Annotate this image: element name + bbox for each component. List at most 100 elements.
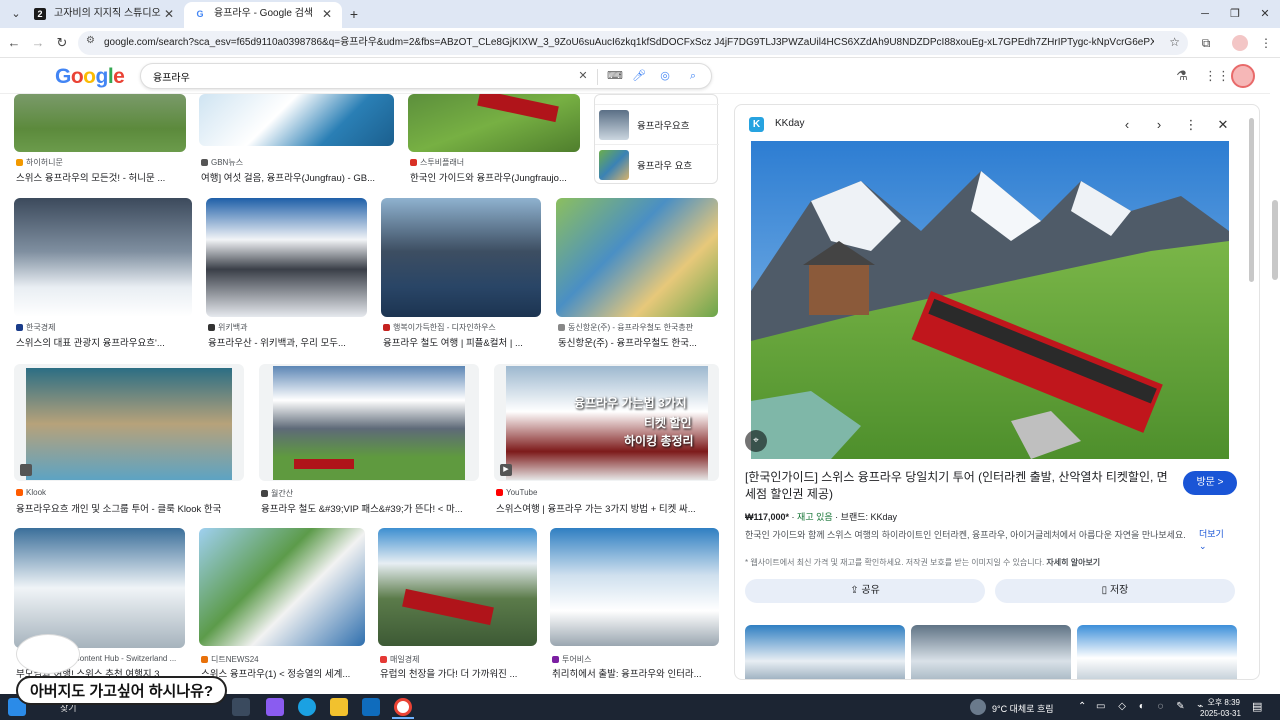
edge-icon[interactable] [298,698,316,716]
related-image-thumbnail[interactable] [1077,625,1237,679]
result-title[interactable]: 스위스의 대표 관광지 융프라우요흐'... [16,335,192,349]
related-image-thumbnail[interactable] [911,625,1071,679]
google-logo[interactable]: Google [55,65,125,89]
outlook-icon[interactable] [362,698,380,716]
panel-site-name[interactable]: KKday [775,118,804,129]
panel-scrollbar[interactable] [1249,118,1254,282]
result-thumbnail[interactable] [14,94,186,152]
result-thumbnail[interactable] [14,528,185,648]
notification-icon[interactable]: ▤ [1252,700,1262,713]
account-avatar[interactable] [1231,64,1255,88]
copilot-icon[interactable] [266,698,284,716]
result-thumbnail[interactable] [556,198,718,317]
new-tab-plus-icon[interactable]: + [344,4,364,24]
address-bar[interactable]: ⚙ google.com/search?sca_esv=f65d9110a039… [78,31,1188,55]
result-title[interactable]: 융프라우산 - 위키백과, 우리 모두... [208,335,368,349]
close-icon[interactable]: ✕ [322,2,332,26]
result-thumbnail[interactable] [408,94,580,152]
lens-search-icon[interactable]: ⌖ [745,430,767,452]
minimize-icon[interactable]: ─ [1190,2,1220,26]
result-thumbnail[interactable] [199,94,394,146]
reload-icon[interactable]: ↻ [52,33,72,53]
labs-flask-icon[interactable]: ⚗ [1173,67,1191,85]
google-header: Google ✕ ⌨ 🎤︎ ◎ ⌕ ⚗ ⋮⋮ [0,58,1270,94]
panel-description: 한국인 가이드와 함께 스위스 여행의 하이라이트인 인터라켄, 융프라우, 아… [745,530,1186,540]
result-thumbnail[interactable] [259,364,479,481]
window-close-icon[interactable]: ✕ [1250,2,1280,26]
result-source: 스투비플래너 [410,157,580,168]
thumbnail-text: 하이킹 총정리 [624,434,694,448]
tab-strip: ⌄ 2 고자비의 지지직 스튜디오 ✕ G 융프라우 - Google 검색 ✕… [0,0,1280,28]
result-title[interactable]: 한국인 가이드와 융프라우(Jungfraujo... [410,170,580,184]
result-title[interactable]: 동신항운(주) - 융프라우철도 한국... [558,335,718,349]
result-thumbnail[interactable] [199,528,365,646]
result-thumbnail[interactable] [550,528,719,646]
preview-image[interactable] [751,141,1229,459]
lens-camera-icon[interactable]: ◎ [657,68,673,84]
menu-kebab-icon[interactable]: ⋮ [1256,33,1276,53]
result-title[interactable]: 스위스여행 | 융프라우 가는 3가지 방법 + 티켓 싸... [496,501,716,515]
more-vert-icon[interactable]: ⋮ [1181,115,1201,135]
train-shape [402,588,494,626]
site-info-icon[interactable]: ⚙ [86,35,95,46]
image-preview-panel: K KKday ‹ › ⋮ ✕ ⌖ [한국인가이드] 스위스 융프라우 당일치기… [734,104,1260,680]
forward-arrow-icon[interactable]: → [28,33,48,53]
close-icon[interactable]: ✕ [164,2,174,26]
share-button[interactable]: ⇪ 공유 [745,579,985,603]
result-source: 한국경제 [16,322,194,333]
related-item[interactable]: 융프라우 요흐 [595,144,719,184]
save-button[interactable]: ▯ 저장 [995,579,1235,603]
tab-search-chevron-icon[interactable]: ⌄ [6,4,26,24]
more-label: 더보기 [1199,529,1224,539]
keyboard-icon[interactable]: ⌨ [607,68,623,84]
weather-text[interactable]: 9°C 대체로 흐림 [992,702,1054,715]
profile-avatar-icon[interactable] [1232,35,1248,51]
microphone-icon[interactable]: 🎤︎ [631,68,647,84]
related-image-thumbnail[interactable] [745,625,905,679]
tray-icons[interactable]: ▭ ◇ ◐ ◌ ✎ ⌁ [1096,701,1208,712]
result-thumbnail[interactable] [381,198,541,317]
learn-more-link[interactable]: 자세히 알아보기 [1046,558,1100,567]
apps-grid-icon[interactable]: ⋮⋮ [1204,67,1230,85]
search-box[interactable]: ✕ ⌨ 🎤︎ ◎ ⌕ [140,63,712,89]
more-link[interactable]: 더보기 ⌄ [1199,528,1229,552]
tab-google-search[interactable]: G 융프라우 - Google 검색 ✕ [184,2,342,28]
result-title[interactable]: 유럽의 천장을 가다! 더 가까워진 ... [380,666,536,680]
chrome-icon[interactable] [394,698,412,716]
result-thumbnail[interactable] [378,528,537,646]
result-thumbnail[interactable] [206,198,367,317]
result-title[interactable]: 융프라우요흐 개인 및 소그룹 투어 - 클룩 Klook 한국 [16,501,244,515]
result-title[interactable]: 취리히에서 출발: 융프라우와 인터라... [552,666,718,680]
result-title[interactable]: 융프라우 철도 &#39;VIP 패스&#39;가 뜬다! < 마... [261,501,479,515]
clock[interactable]: 오후 8:39 2025-03-31 [1200,697,1241,719]
price: ₩117,000* [745,512,790,522]
result-thumbnail[interactable] [14,364,244,481]
bookmark-star-icon[interactable]: ☆ [1169,35,1180,49]
result-title[interactable]: 스위스 융프라우의 모든것! - 허니문 ... [16,170,188,184]
result-source: 동신항운(주) - 융프라우철도 한국총판 [558,322,718,333]
tray-chevron-icon[interactable]: ⌃ [1078,701,1086,712]
page-scrollbar[interactable] [1272,200,1278,280]
tab-favicon-icon: 2 [34,8,46,20]
restore-icon[interactable]: ❐ [1220,2,1250,26]
task-view-icon[interactable] [232,698,250,716]
extensions-puzzle-icon[interactable]: ⧉ [1196,33,1216,53]
chevron-left-icon[interactable]: ‹ [1117,115,1137,135]
related-item[interactable]: 융프라우요흐 [595,104,719,144]
result-thumbnail[interactable]: 융프라우 가는법 3가지 티켓 할인 하이킹 총정리 ▶ [494,364,719,481]
result-title[interactable]: 스위스 융프라우(1) < 정승열의 세계... [201,666,363,680]
tab-studio[interactable]: 2 고자비의 지지직 스튜디오 ✕ [24,2,184,28]
search-input[interactable] [153,67,573,85]
visit-button[interactable]: 방문 > [1183,471,1237,495]
chevron-right-icon[interactable]: › [1149,115,1169,135]
result-thumbnail[interactable] [14,198,192,317]
result-title[interactable]: 융프라우 철도 여행 | 피플&컬처 | ... [383,335,543,349]
clear-x-icon[interactable]: ✕ [575,68,591,84]
close-icon[interactable]: ✕ [1213,115,1233,135]
file-explorer-icon[interactable] [330,698,348,716]
panel-title[interactable]: [한국인가이드] 스위스 융프라우 당일치기 투어 (인터라켄 출발, 산악열차… [745,469,1175,503]
save-label: 저장 [1109,585,1129,596]
search-icon[interactable]: ⌕ [685,68,701,84]
result-title[interactable]: 여행] 여섯 걸음, 융프라우(Jungfrau) - GB... [201,170,389,184]
back-arrow-icon[interactable]: ← [4,33,24,53]
